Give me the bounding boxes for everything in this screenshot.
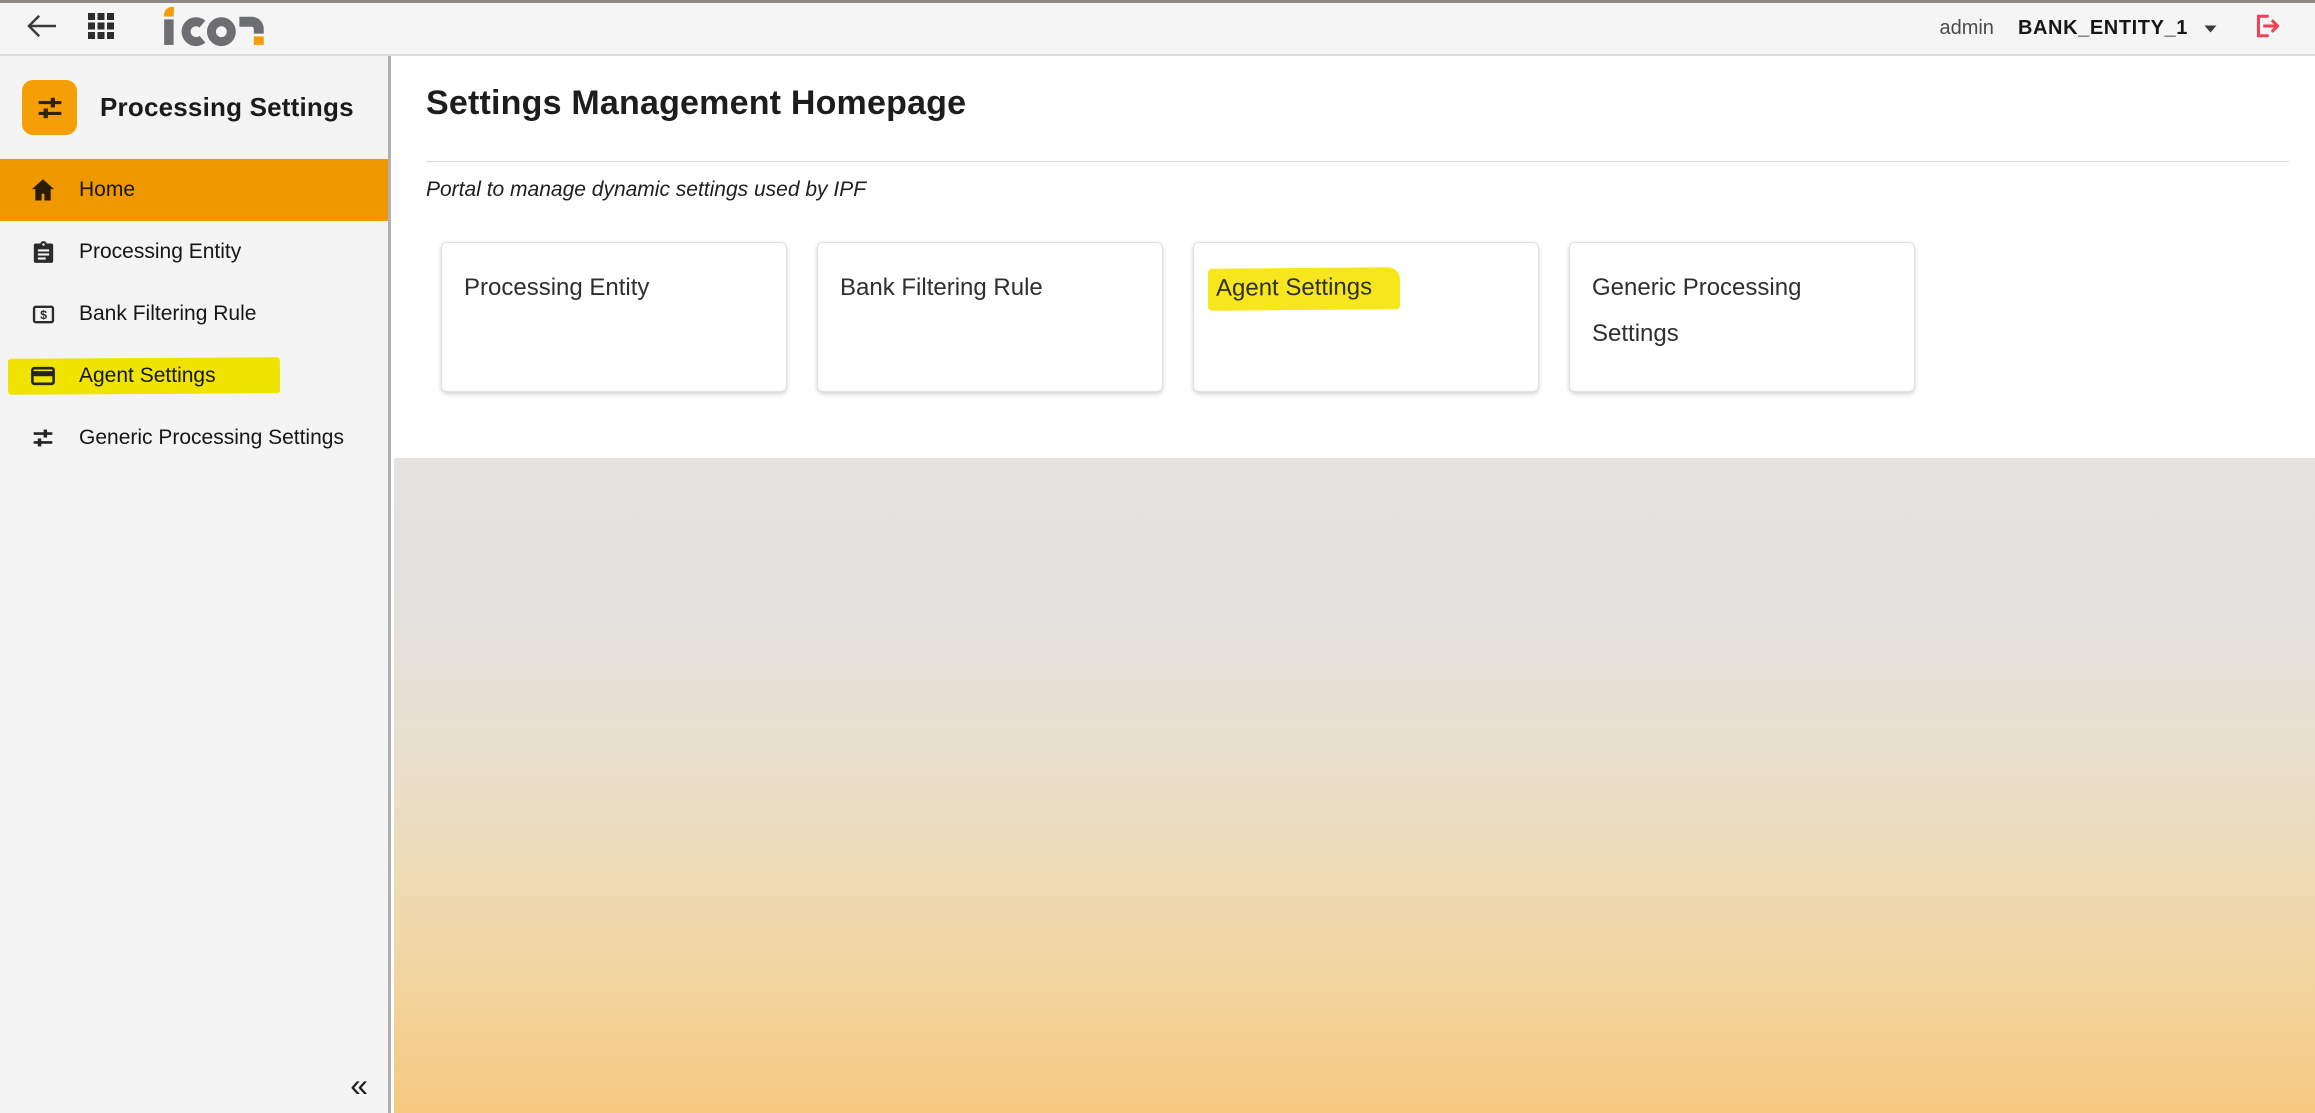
card-label-highlighted: Agent Settings	[1208, 267, 1400, 311]
card-label: Processing Entity	[464, 274, 649, 301]
logout-button[interactable]	[2247, 10, 2285, 48]
svg-text:$: $	[40, 307, 47, 321]
sidebar-item-processing-entity[interactable]: Processing Entity	[0, 221, 388, 283]
user-role-label: admin	[1939, 17, 1993, 40]
card-label: Generic Processing Settings	[1592, 274, 1801, 347]
card-label: Bank Filtering Rule	[840, 274, 1043, 301]
sidebar-item-bank-filtering-rule[interactable]: $ Bank Filtering Rule	[0, 283, 388, 345]
background-gradient	[394, 458, 2315, 1113]
sidebar-item-label: Bank Filtering Rule	[79, 302, 256, 326]
card-processing-entity[interactable]: Processing Entity	[441, 242, 787, 392]
back-arrow-icon	[25, 12, 59, 45]
back-button[interactable]	[22, 12, 62, 46]
card-agent-settings[interactable]: Agent Settings	[1193, 242, 1539, 392]
home-icon	[28, 175, 58, 205]
top-bar-left	[0, 8, 281, 50]
app-window: admin BANK_ENTITY_1	[0, 0, 2315, 1113]
sidebar-item-agent-settings[interactable]: Agent Settings	[0, 345, 388, 407]
sidebar-item-label: Generic Processing Settings	[79, 426, 344, 450]
sidebar-header: Processing Settings	[0, 56, 388, 159]
tune-sliders-icon	[28, 423, 58, 453]
sidebar-item-label: Home	[79, 178, 135, 202]
sidebar-collapse-button[interactable]: «	[350, 1069, 368, 1101]
settings-home-panel: Settings Management Homepage Portal to m…	[394, 56, 2315, 458]
caret-down-icon	[2204, 25, 2217, 33]
card-bank-filtering-rule[interactable]: Bank Filtering Rule	[817, 242, 1163, 392]
main-content: Settings Management Homepage Portal to m…	[394, 56, 2315, 1113]
credit-card-icon	[28, 361, 58, 391]
app-logo[interactable]	[158, 8, 281, 50]
sidebar-item-label: Agent Settings	[79, 364, 216, 388]
page-subtitle: Portal to manage dynamic settings used b…	[426, 178, 2289, 202]
settings-cards-row: Processing Entity Bank Filtering Rule Ag…	[441, 242, 2289, 392]
logout-icon	[2250, 10, 2282, 47]
app-launcher-button[interactable]	[84, 12, 118, 46]
sidebar-app-title: Processing Settings	[100, 92, 354, 123]
dollar-card-icon: $	[28, 299, 58, 329]
sidebar: Processing Settings Home Processing Enti…	[0, 56, 391, 1113]
icon-brand-logo	[158, 5, 281, 52]
entity-name-label: BANK_ENTITY_1	[2018, 17, 2188, 40]
apps-grid-icon	[87, 12, 115, 45]
sidebar-item-label: Processing Entity	[79, 240, 241, 264]
sidebar-item-generic-processing-settings[interactable]: Generic Processing Settings	[0, 407, 388, 469]
top-bar-right: admin BANK_ENTITY_1	[1939, 10, 2285, 48]
sidebar-item-home[interactable]: Home	[0, 159, 388, 221]
card-generic-processing-settings[interactable]: Generic Processing Settings	[1569, 242, 1915, 392]
clipboard-icon	[28, 237, 58, 267]
tune-sliders-icon	[22, 80, 77, 135]
entity-dropdown[interactable]: BANK_ENTITY_1	[2018, 17, 2217, 40]
title-divider	[426, 161, 2289, 162]
page-title: Settings Management Homepage	[426, 84, 2289, 123]
top-bar: admin BANK_ENTITY_1	[0, 3, 2315, 56]
